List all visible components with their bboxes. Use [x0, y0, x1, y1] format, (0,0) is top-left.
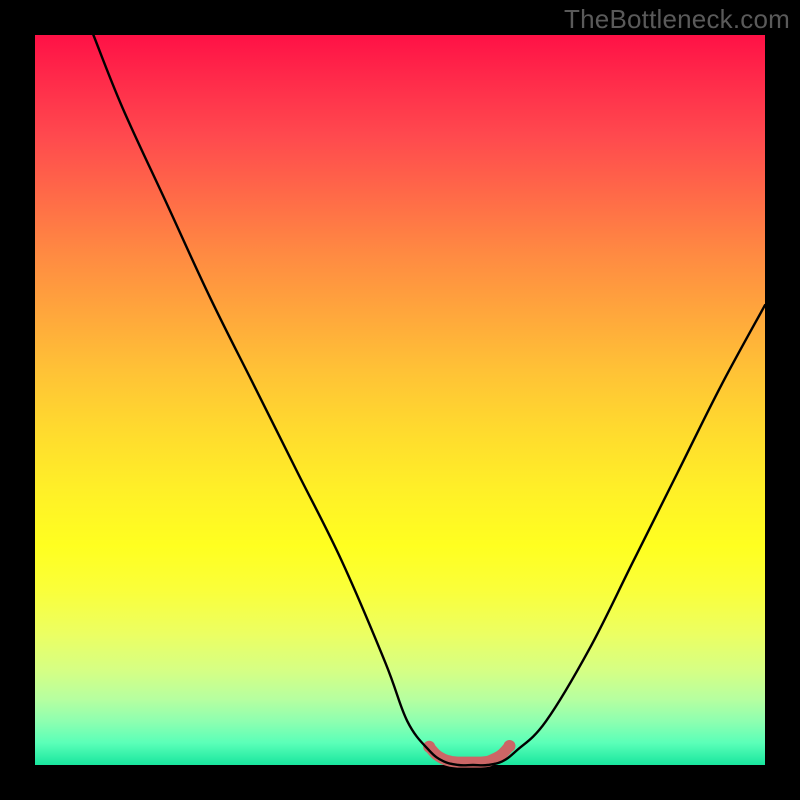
plot-area	[35, 35, 765, 765]
chart-frame: TheBottleneck.com	[0, 0, 800, 800]
curve-svg	[35, 35, 765, 765]
optimal-band-dot-right	[504, 740, 516, 752]
watermark-text: TheBottleneck.com	[564, 4, 790, 35]
bottleneck-curve-path	[93, 35, 765, 765]
